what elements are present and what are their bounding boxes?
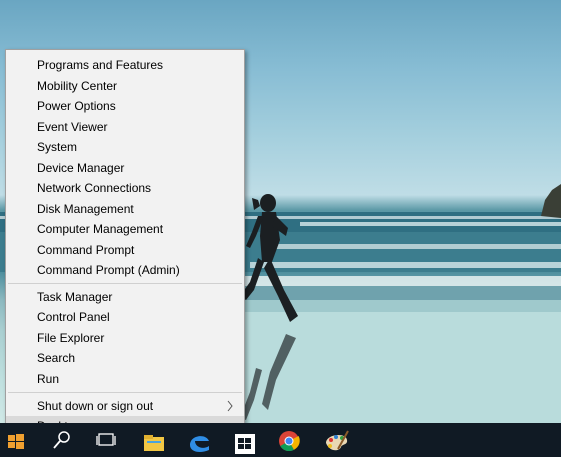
menu-item-mobility-center[interactable]: Mobility Center (6, 76, 244, 96)
windows-start-icon (8, 434, 24, 449)
task-view-button[interactable] (86, 423, 132, 457)
menu-item-network-connections[interactable]: Network Connections (6, 178, 244, 198)
menu-item-computer-management[interactable]: Computer Management (6, 219, 244, 239)
chrome-icon (279, 431, 300, 452)
menu-item-search[interactable]: Search (6, 348, 244, 368)
menu-item-system[interactable]: System (6, 137, 244, 157)
menu-item-control-panel[interactable]: Control Panel (6, 307, 244, 327)
edge-icon (190, 436, 209, 453)
menu-item-event-viewer[interactable]: Event Viewer (6, 117, 244, 137)
menu-item-command-prompt-admin[interactable]: Command Prompt (Admin) (6, 260, 244, 280)
chevron-right-icon (224, 396, 236, 416)
menu-item-programs-and-features[interactable]: Programs and Features (6, 55, 244, 75)
paint-icon (326, 430, 349, 451)
menu-item-power-options[interactable]: Power Options (6, 96, 244, 116)
chrome-button[interactable] (270, 423, 316, 457)
menu-item-disk-management[interactable]: Disk Management (6, 199, 244, 219)
windows-store-icon (235, 434, 255, 454)
desktop: Programs and Features Mobility Center Po… (0, 0, 561, 457)
search-button[interactable] (40, 423, 86, 457)
edge-button[interactable] (178, 423, 224, 457)
task-view-icon (96, 433, 116, 446)
taskbar (0, 423, 561, 457)
menu-item-file-explorer[interactable]: File Explorer (6, 328, 244, 348)
search-icon (53, 431, 70, 449)
menu-item-shut-down-or-sign-out[interactable]: Shut down or sign out (6, 396, 244, 416)
menu-item-command-prompt[interactable]: Command Prompt (6, 240, 244, 260)
menu-separator (8, 392, 242, 393)
menu-item-device-manager[interactable]: Device Manager (6, 158, 244, 178)
store-button[interactable] (224, 423, 270, 457)
file-explorer-taskbar-button[interactable] (132, 423, 178, 457)
store-icon (144, 435, 164, 451)
menu-separator (8, 283, 242, 284)
winx-context-menu: Programs and Features Mobility Center Po… (5, 49, 245, 437)
menu-item-run[interactable]: Run (6, 369, 244, 389)
menu-item-task-manager[interactable]: Task Manager (6, 287, 244, 307)
paint-button[interactable] (316, 423, 362, 457)
